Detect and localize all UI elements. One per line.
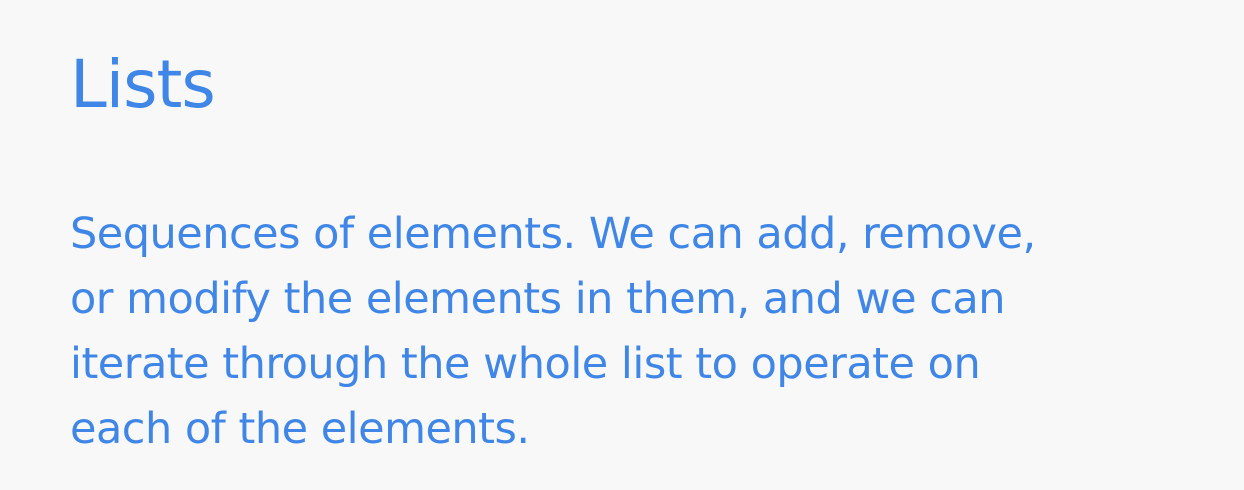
body-line: each of the elements. (70, 404, 530, 454)
slide-title: Lists (70, 46, 216, 123)
slide: Lists Sequences of elements. We can add,… (0, 0, 1244, 490)
body-line: Sequences of elements. We can add, remov… (70, 209, 1036, 259)
body-line: or modify the elements in them, and we c… (70, 274, 1005, 324)
slide-body-text: Sequences of elements. We can add, remov… (70, 202, 1220, 462)
body-line: iterate through the whole list to operat… (70, 339, 981, 389)
